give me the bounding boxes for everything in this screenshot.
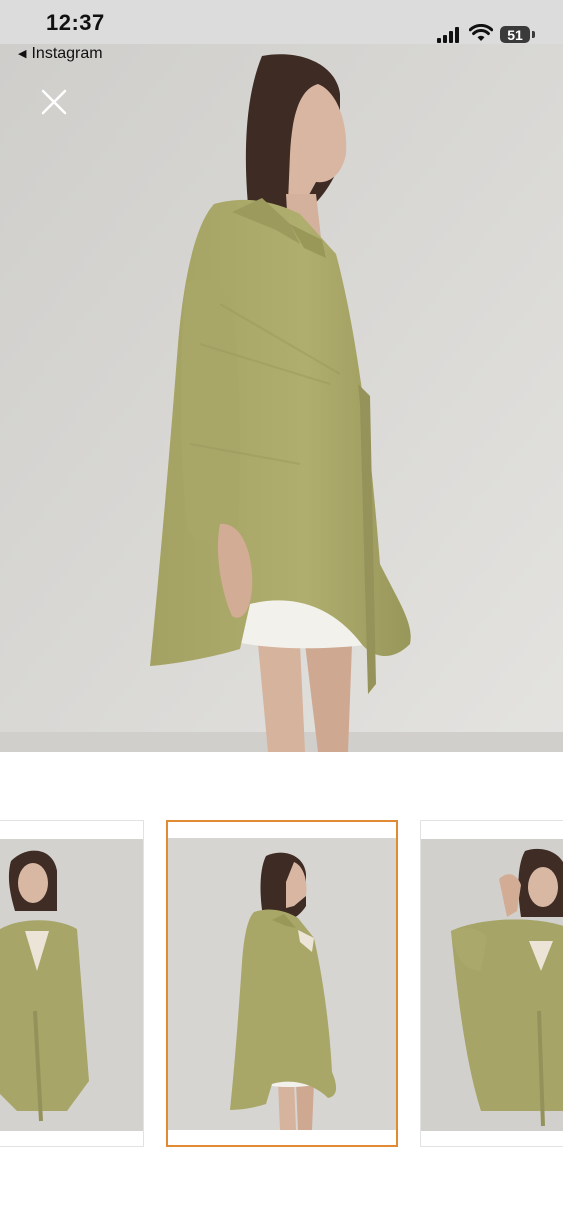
close-icon bbox=[41, 89, 67, 115]
close-button[interactable] bbox=[36, 84, 72, 120]
battery-level: 51 bbox=[507, 26, 523, 43]
thumbnail-3-image bbox=[421, 821, 563, 1146]
main-product-photo bbox=[0, 44, 563, 752]
status-bar: 12:37 51 bbox=[0, 0, 563, 44]
thumbnail-1[interactable] bbox=[0, 820, 144, 1147]
thumbnail-2-image bbox=[168, 822, 396, 1145]
cellular-signal-icon bbox=[437, 27, 459, 43]
back-triangle-icon: ◀ bbox=[18, 47, 27, 60]
battery-icon: 51 bbox=[500, 26, 530, 43]
back-app-label: Instagram bbox=[31, 45, 103, 62]
wifi-icon bbox=[469, 24, 493, 41]
thumbnail-3[interactable] bbox=[420, 820, 563, 1147]
back-to-app-link[interactable]: ◀ Instagram bbox=[18, 44, 103, 64]
battery-cap bbox=[532, 31, 535, 38]
main-photo-image bbox=[0, 44, 563, 752]
thumbnail-2-selected[interactable] bbox=[166, 820, 398, 1147]
thumbnail-1-image bbox=[0, 821, 143, 1146]
status-time: 12:37 bbox=[46, 10, 105, 35]
